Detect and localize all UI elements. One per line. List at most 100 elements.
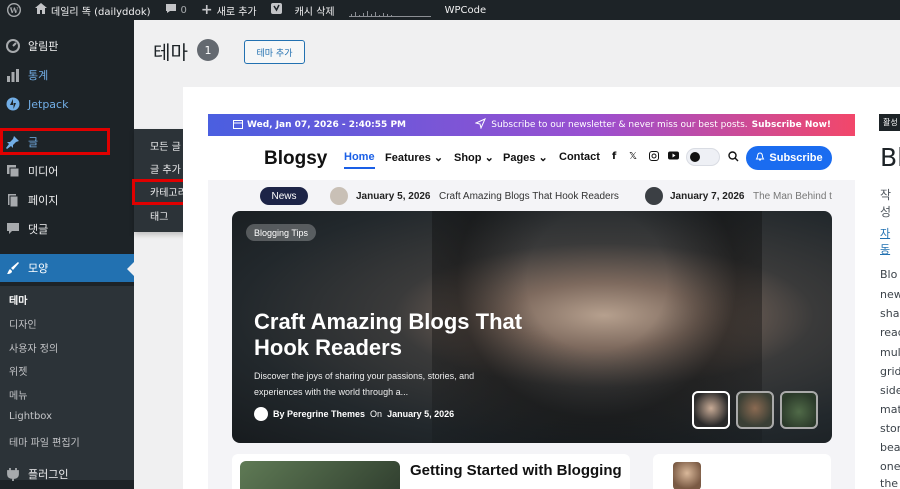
hero-slide[interactable]: Blogging Tips Craft Amazing Blogs That H… <box>232 211 832 443</box>
active-indicator <box>127 262 134 276</box>
post-card[interactable]: Getting Started with Blogging <box>232 454 630 489</box>
instagram-icon[interactable] <box>649 151 659 164</box>
theme-description-line: read <box>880 326 900 339</box>
search-icon[interactable] <box>728 151 739 165</box>
menu-comments[interactable]: 댓글 <box>0 215 134 243</box>
chevron-down-icon: ⌄ <box>433 152 444 164</box>
slide-thumb-1[interactable] <box>692 391 730 429</box>
new-content-label: 새로 추가 <box>216 6 257 18</box>
comments-count: 0 <box>180 4 187 16</box>
submenu-themes[interactable]: 테마 <box>9 292 27 307</box>
slide-thumb-2[interactable] <box>736 391 774 429</box>
menu-posts[interactable]: 글 <box>0 128 134 156</box>
dashboard-icon <box>6 39 20 53</box>
flyout-tags[interactable]: 태그 <box>150 208 168 223</box>
slide-thumb-3[interactable] <box>780 391 818 429</box>
theme-description-line: grid <box>880 365 900 378</box>
wpcode-link[interactable]: WPCode <box>438 0 494 20</box>
nav-contact[interactable]: Contact <box>559 151 600 163</box>
send-icon <box>474 118 487 132</box>
cache-clear-link[interactable]: 캐시 삭제 <box>264 0 342 20</box>
sparkline-chart-icon <box>348 11 431 17</box>
theme-description-line: sha <box>880 307 900 320</box>
menu-label: 글 <box>28 136 39 149</box>
submenu-design[interactable]: 디자인 <box>9 316 37 331</box>
theme-description-line: new <box>880 288 900 301</box>
plugin-icon <box>6 467 20 481</box>
flyout-add-post[interactable]: 글 추가 <box>150 161 181 176</box>
submenu-menus[interactable]: 메뉴 <box>9 387 27 402</box>
menu-label: 댓글 <box>28 223 49 236</box>
menu-pages[interactable]: 페이지 <box>0 186 134 214</box>
x-twitter-icon[interactable]: 𝕏 <box>629 151 637 162</box>
flyout-categories[interactable]: 카테고리 <box>150 184 187 199</box>
hero-date: January 5, 2026 <box>387 409 455 419</box>
facebook-icon[interactable]: f <box>612 151 616 162</box>
wpcode-label: WPCode <box>444 4 487 16</box>
author-card <box>653 454 831 489</box>
add-theme-button[interactable]: 테마 추가 <box>244 40 305 64</box>
cache-clear-label: 캐시 삭제 <box>294 6 335 18</box>
preview-nav: Blogsy Home Features ⌄ Shop ⌄ Pages ⌄ Co… <box>208 136 855 180</box>
chevron-down-icon: ⌄ <box>538 152 548 164</box>
ticker-title-1[interactable]: Craft Amazing Blogs That Hook Readers <box>439 191 619 202</box>
jetpack-icon <box>6 97 20 111</box>
auto-update-link[interactable]: 자동 <box>880 225 900 257</box>
menu-stats[interactable]: 통계 <box>0 61 134 89</box>
nav-features[interactable]: Features ⌄ <box>385 151 443 164</box>
menu-dashboard[interactable]: 알림판 <box>0 32 134 60</box>
yoast-icon <box>270 2 283 18</box>
wordpress-logo-icon[interactable]: W <box>0 0 28 20</box>
theme-description-line: Blo <box>880 268 898 281</box>
news-ticker: News January 5, 2026 Craft Amazing Blogs… <box>208 180 855 214</box>
topbar-message: Subscribe to our newsletter & never miss… <box>491 120 748 130</box>
media-icon <box>6 164 20 178</box>
submenu-lightbox[interactable]: Lightbox <box>9 411 52 422</box>
menu-label: Jetpack <box>28 97 69 111</box>
ticker-title-2[interactable]: The Man Behind t <box>753 191 832 202</box>
hero-title[interactable]: Craft Amazing Blogs That Hook Readers <box>254 309 554 361</box>
post-card-image <box>240 461 400 489</box>
hero-author[interactable]: By Peregrine Themes <box>273 409 365 419</box>
avatar <box>645 187 663 205</box>
appearance-submenu: 테마 디자인 사용자 정의 위젯 메뉴 Lightbox 테마 파일 편집기 <box>0 286 134 480</box>
pin-icon <box>6 135 20 149</box>
youtube-icon[interactable] <box>668 151 679 163</box>
theme-description-line: stor <box>880 422 900 435</box>
subscribe-button[interactable]: Subscribe <box>746 146 832 170</box>
hero-on: On <box>370 409 383 419</box>
stats-icon <box>6 68 20 82</box>
bell-icon <box>755 151 765 165</box>
flyout-all-posts[interactable]: 모든 글 <box>150 138 181 153</box>
topbar-cta[interactable]: Subscribe Now! <box>752 120 831 130</box>
new-content-link[interactable]: + 새로 추가 <box>194 0 264 20</box>
dark-mode-toggle[interactable] <box>686 148 720 166</box>
admin-sidebar: 알림판 통계 Jetpack 글 미디어 페이지 댓글 모양 테마 디자인 사용… <box>0 20 134 489</box>
menu-label: 미디어 <box>28 165 59 178</box>
submenu-widgets[interactable]: 위젯 <box>9 363 27 378</box>
post-card-title[interactable]: Getting Started with Blogging <box>410 462 622 479</box>
preview-logo[interactable]: Blogsy <box>264 148 327 170</box>
menu-appearance[interactable]: 모양 <box>0 254 134 282</box>
nav-home[interactable]: Home <box>344 151 375 169</box>
nav-shop[interactable]: Shop ⌄ <box>454 151 494 164</box>
menu-label: 플러그인 <box>28 468 69 481</box>
menu-media[interactable]: 미디어 <box>0 157 134 185</box>
chevron-down-icon: ⌄ <box>484 152 494 164</box>
menu-jetpack[interactable]: Jetpack <box>0 90 134 118</box>
stats-sparkline[interactable] <box>342 0 438 20</box>
submenu-theme-file-editor[interactable]: 테마 파일 편집기 <box>9 434 80 449</box>
menu-label: 알림판 <box>28 40 59 53</box>
hero-category-tag[interactable]: Blogging Tips <box>246 224 317 241</box>
theme-description-line: mat <box>880 403 900 416</box>
comments-link[interactable]: 0 <box>158 0 194 20</box>
subscribe-label: Subscribe <box>769 152 823 164</box>
submenu-customize[interactable]: 사용자 정의 <box>9 340 58 355</box>
site-name-link[interactable]: 데일리 똑 (dailyddok) <box>28 0 158 20</box>
menu-plugins[interactable]: 플러그인 <box>0 460 134 488</box>
theme-count-badge: 1 <box>197 39 219 61</box>
nav-pages[interactable]: Pages ⌄ <box>503 151 548 164</box>
nav-features-label: Features <box>385 152 431 164</box>
page-icon <box>6 193 20 207</box>
plus-icon: + <box>200 2 213 18</box>
